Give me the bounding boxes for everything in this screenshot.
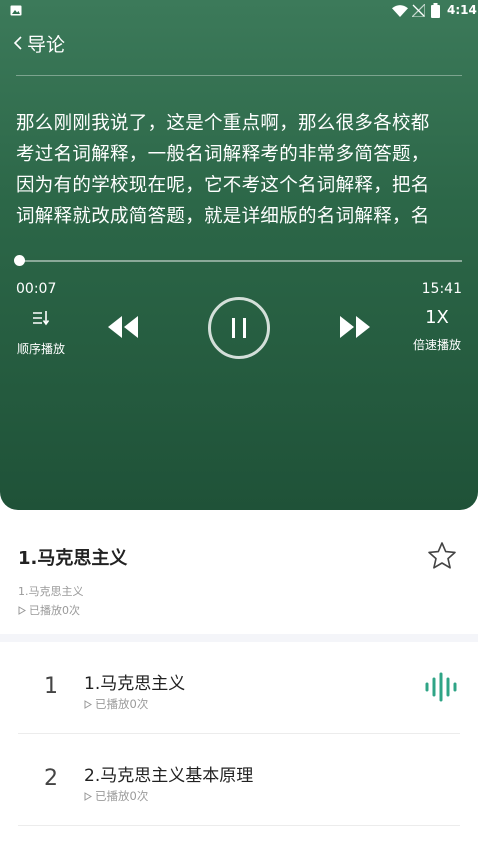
status-bar: 4:14 [0, 0, 478, 24]
pause-button[interactable] [208, 297, 270, 359]
fast-forward-icon [340, 316, 370, 338]
battery-icon [431, 3, 440, 18]
list-item[interactable]: 2 2.马克思主义基本原理 已播放0次 [18, 734, 460, 826]
pause-icon [232, 318, 246, 338]
favorite-button[interactable] [426, 540, 458, 572]
chevron-left-icon [13, 36, 22, 50]
rewind-button[interactable] [106, 314, 140, 340]
play-outline-icon [84, 699, 92, 709]
image-notification-icon [10, 5, 22, 16]
episode-index: 2 [44, 766, 58, 791]
course-title: 1.马克思主义 [18, 548, 128, 569]
sequential-play-icon [33, 311, 50, 326]
episode-index: 1 [44, 674, 58, 699]
episode-play-count: 已播放0次 [84, 696, 148, 712]
playback-speed-button[interactable]: 1X 倍速播放 [404, 306, 470, 353]
player-panel: 4:14 导论 那么刚刚我说了，这是个重点啊，那么很多各校都 考过名词解释，一般… [0, 0, 478, 510]
lyric-line: 考过名词解释，一般名词解释考的非常多简答题， [16, 144, 430, 165]
play-order-label: 顺序播放 [16, 342, 65, 356]
fast-forward-button[interactable] [338, 314, 372, 340]
status-time: 4:14 [447, 3, 477, 17]
play-outline-icon [18, 605, 26, 615]
play-outline-icon [84, 791, 92, 801]
course-subtitle: 1.马克思主义 [18, 585, 84, 598]
speed-value: 1X [425, 307, 449, 328]
wifi-icon [392, 5, 408, 17]
list-item[interactable]: 1 1.马克思主义 已播放0次 [18, 642, 460, 734]
course-play-count: 已播放0次 [18, 602, 80, 618]
rewind-icon [108, 316, 138, 338]
back-button[interactable]: 导论 [12, 30, 65, 56]
progress-thumb[interactable] [13, 255, 25, 266]
current-time: 00:07 [16, 281, 57, 297]
episode-play-count-text: 已播放0次 [95, 789, 149, 803]
lyric-line: 因为有的学校现在呢，它不考这个名词解释，把名 [16, 175, 430, 196]
audio-waveform-icon [425, 672, 457, 702]
lyrics-text: 那么刚刚我说了，这是个重点啊，那么很多各校都 考过名词解释，一般名词解释考的非常… [16, 108, 466, 232]
episode-play-count: 已播放0次 [84, 788, 148, 804]
speed-label: 倍速播放 [412, 338, 461, 352]
episode-title: 2.马克思主义基本原理 [84, 766, 254, 786]
signal-icon [412, 4, 425, 17]
play-order-button[interactable]: 顺序播放 [10, 306, 72, 357]
episode-title: 1.马克思主义 [84, 674, 186, 694]
episode-play-count-text: 已播放0次 [95, 697, 149, 711]
header-divider [16, 75, 462, 76]
course-play-count-text: 已播放0次 [29, 604, 80, 617]
page-title: 导论 [27, 33, 66, 56]
lyric-line: 词解释就改成简答题，就是详细版的名词解释，名 [16, 206, 430, 227]
episode-list: 1 1.马克思主义 已播放0次 2 2.马克思主义基本原理 已播放0次 [0, 642, 478, 826]
section-divider [0, 634, 478, 642]
progress-bar[interactable] [16, 260, 462, 262]
star-icon [428, 542, 456, 569]
total-time: 15:41 [421, 281, 462, 297]
lyric-line: 那么刚刚我说了，这是个重点啊，那么很多各校都 [16, 113, 430, 134]
course-info: 1.马克思主义 1.马克思主义 已播放0次 [0, 510, 478, 636]
